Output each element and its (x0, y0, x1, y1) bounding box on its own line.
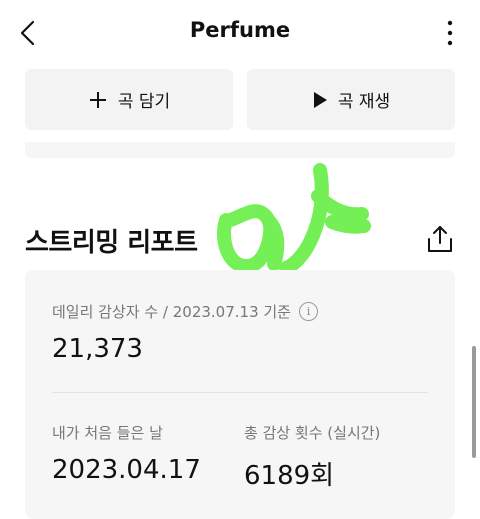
section-title: 스트리밍 리포트 (25, 228, 198, 258)
daily-listeners-label-text: 데일리 감상자 수 / 2023.07.13 기준 (52, 303, 291, 321)
add-songs-label: 곡 담기 (117, 92, 171, 112)
more-vertical-icon[interactable] (440, 16, 460, 50)
handwritten-scribble (217, 163, 371, 275)
scrollbar[interactable] (472, 346, 476, 458)
plus-icon (89, 91, 106, 108)
first-listen-label: 내가 처음 들은 날 (52, 424, 163, 442)
play-songs-label: 곡 재생 (337, 92, 391, 112)
total-plays-value: 6189회 (244, 461, 335, 491)
app-header: Perfume (0, 0, 480, 64)
info-icon[interactable]: i (298, 302, 318, 321)
daily-listeners-value: 21,373 (52, 334, 143, 364)
play-icon (313, 91, 327, 108)
first-listen-value: 2023.04.17 (52, 455, 201, 485)
page-title: Perfume (189, 18, 291, 42)
daily-listeners-label: 데일리 감상자 수 / 2023.07.13 기준 i (52, 301, 318, 322)
divider (52, 392, 428, 393)
total-plays-label: 총 감상 횟수 (실시간) (244, 424, 381, 442)
share-icon[interactable] (426, 224, 454, 254)
add-songs-button[interactable]: 곡 담기 (25, 69, 233, 130)
play-songs-button[interactable]: 곡 재생 (247, 69, 455, 130)
